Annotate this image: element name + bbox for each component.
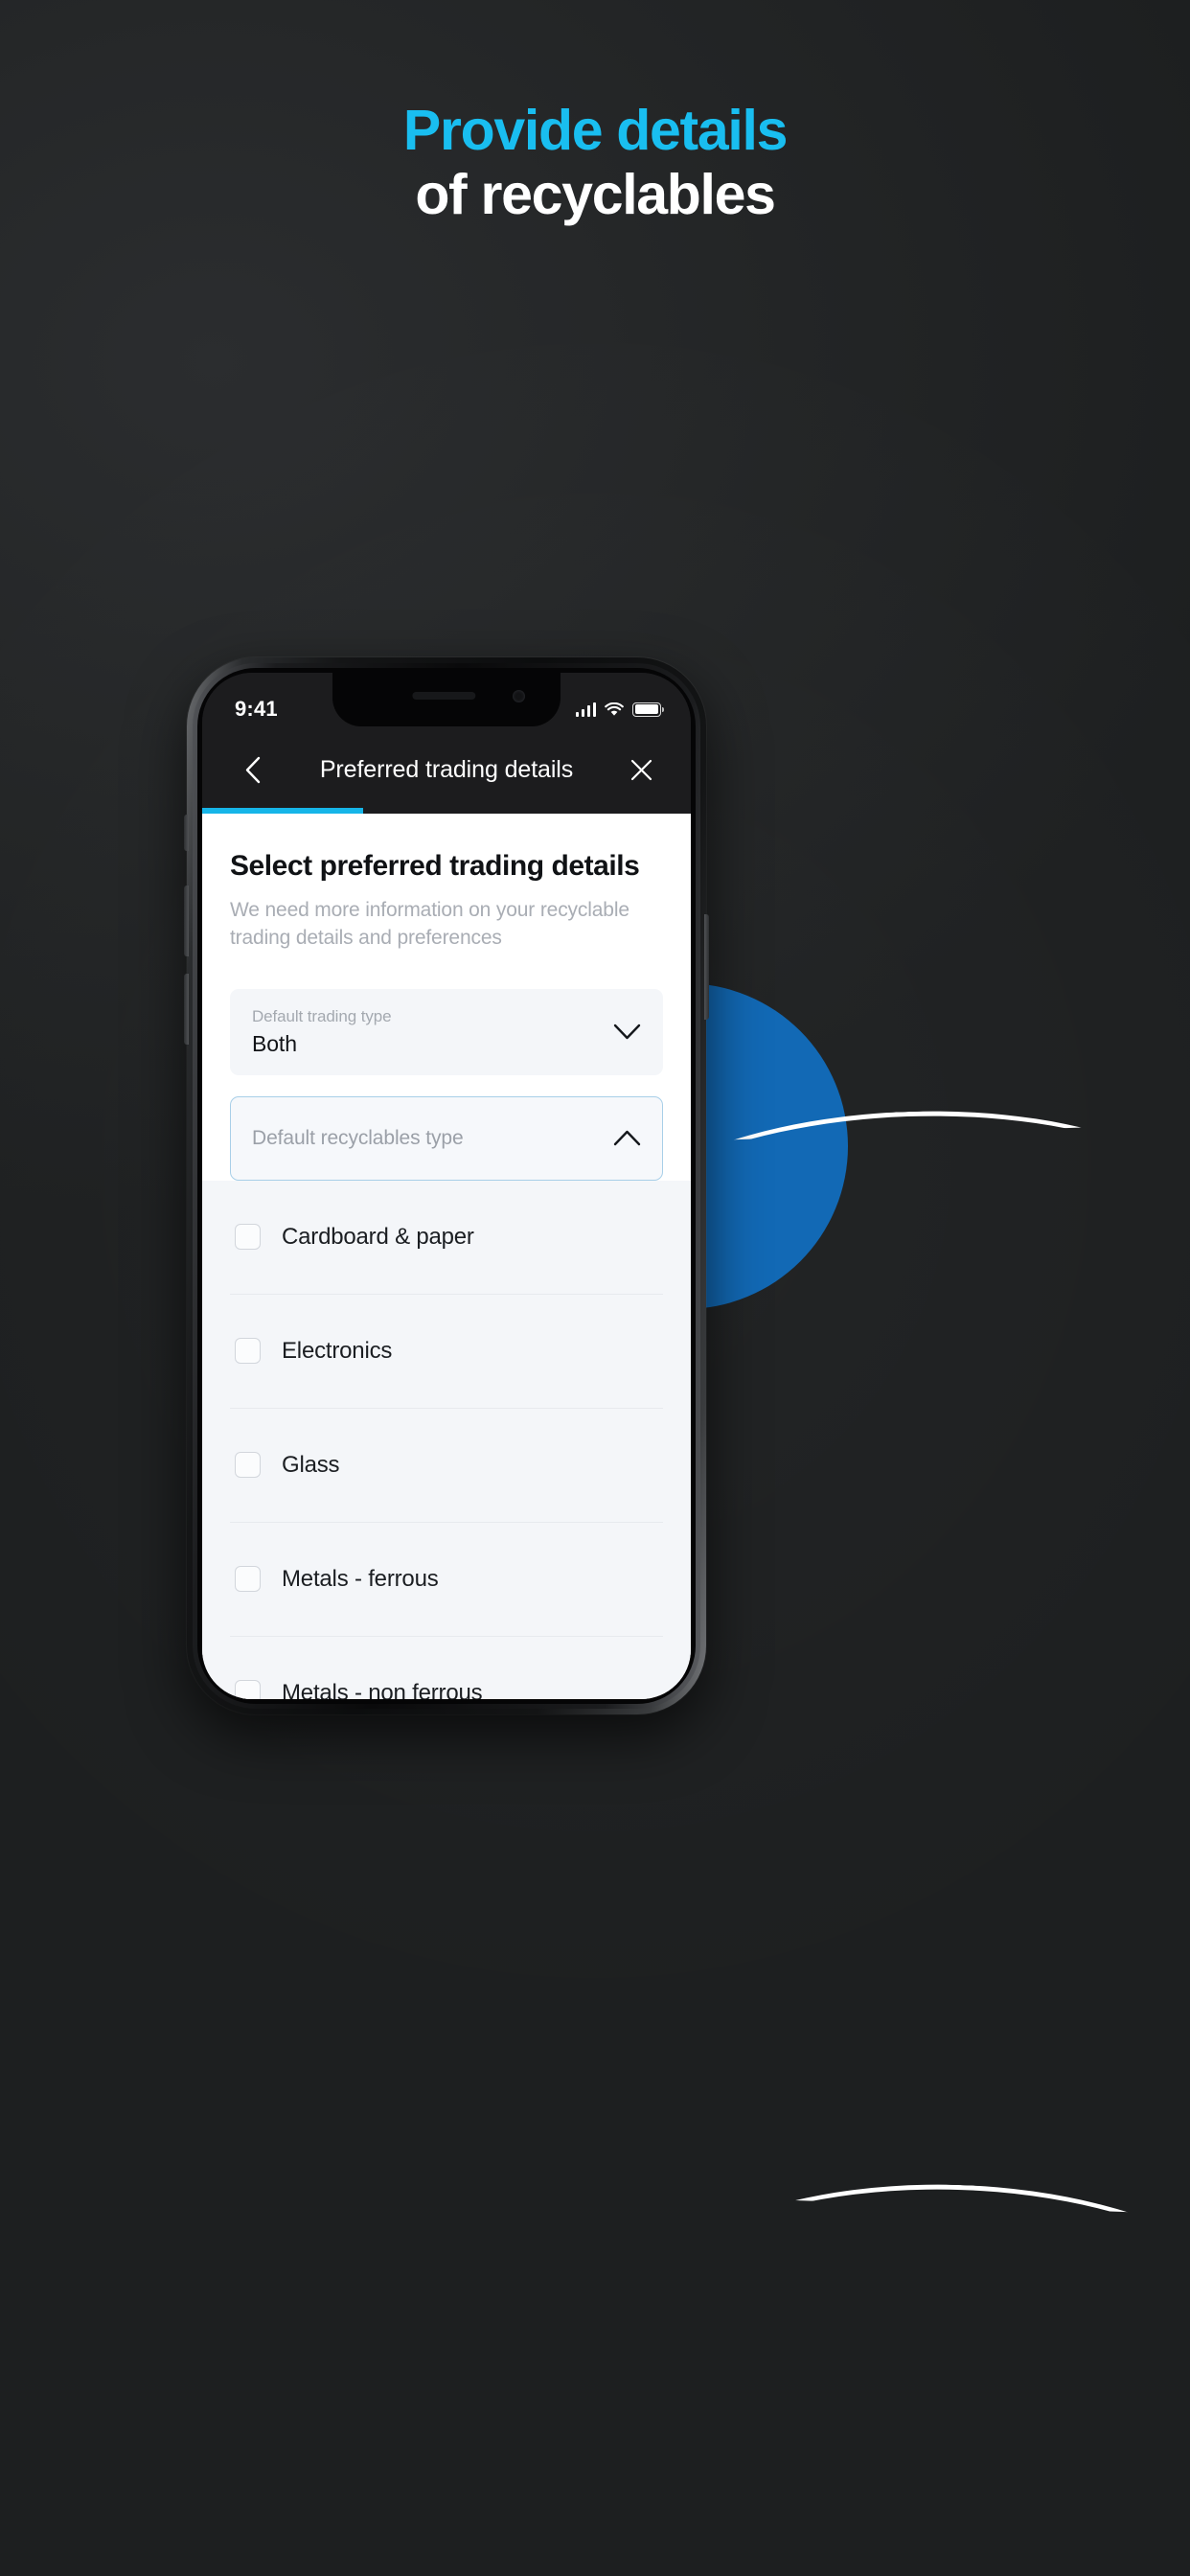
headline-line-2: of recyclables	[415, 162, 776, 226]
power-button[interactable]	[704, 914, 709, 1020]
phone-mockup: 9:41 Preferred trading details Select pr…	[184, 657, 709, 1714]
recyclables-type-texts: Default recyclables type	[252, 1127, 613, 1150]
list-item[interactable]: Glass	[230, 1409, 663, 1523]
section-title: Select preferred trading details	[230, 850, 640, 882]
list-item[interactable]: Cardboard & paper	[230, 1181, 663, 1295]
headline-line-1: Provide details	[402, 99, 789, 162]
phone-screen: 9:41 Preferred trading details Select pr…	[202, 673, 691, 1699]
wifi-icon	[605, 702, 624, 717]
checkbox-icon[interactable]	[235, 1680, 261, 1699]
list-item[interactable]: Electronics	[230, 1295, 663, 1409]
option-label: Metals - ferrous	[282, 1565, 439, 1592]
app-content: Select preferred trading details We need…	[202, 814, 691, 1699]
app-header-bar: Preferred trading details	[202, 732, 691, 808]
recyclables-options-list: Cardboard & paper Electronics Glass Meta…	[202, 1180, 691, 1699]
trading-type-label: Default trading type	[252, 1006, 392, 1025]
checkbox-icon[interactable]	[235, 1452, 261, 1479]
list-item[interactable]: Metals - non ferrous	[230, 1637, 663, 1699]
list-item[interactable]: Metals - ferrous	[230, 1523, 663, 1637]
page-title: Preferred trading details	[319, 756, 574, 783]
content-wrapper: Select preferred trading details We need…	[202, 814, 691, 1699]
chevron-left-icon	[245, 756, 260, 784]
earpiece-speaker	[412, 692, 476, 700]
checkbox-icon[interactable]	[235, 1338, 261, 1365]
section-subtitle: We need more information on your recycla…	[230, 899, 629, 949]
chevron-up-icon[interactable]	[613, 1130, 641, 1147]
front-camera-icon	[513, 690, 525, 702]
promo-headline: Provide details of recyclables	[0, 99, 1190, 226]
cellular-signal-icon	[575, 702, 596, 717]
checkbox-icon[interactable]	[235, 1566, 261, 1593]
close-button[interactable]	[618, 748, 664, 794]
close-x-icon	[630, 759, 652, 781]
recyclables-type-label: Default recyclables type	[252, 1126, 464, 1149]
option-label: Cardboard & paper	[282, 1223, 474, 1250]
volume-down-button[interactable]	[184, 974, 189, 1045]
option-label: Metals - non ferrous	[282, 1679, 483, 1699]
battery-icon	[632, 702, 664, 717]
status-indicators	[575, 702, 664, 717]
status-time: 9:41	[235, 697, 278, 721]
default-recyclables-type-select[interactable]: Default recyclables type	[230, 1095, 663, 1181]
phone-notch	[332, 673, 561, 726]
chevron-down-icon[interactable]	[613, 1024, 641, 1041]
mute-switch[interactable]	[184, 815, 189, 851]
option-label: Electronics	[282, 1337, 393, 1364]
back-button[interactable]	[229, 748, 275, 794]
volume-up-button[interactable]	[184, 886, 189, 956]
checkbox-icon[interactable]	[235, 1224, 261, 1251]
option-label: Glass	[282, 1451, 340, 1478]
trading-type-texts: Default trading type Both	[252, 1007, 613, 1057]
default-trading-type-select[interactable]: Default trading type Both	[230, 988, 663, 1075]
trading-type-value: Both	[252, 1030, 297, 1056]
